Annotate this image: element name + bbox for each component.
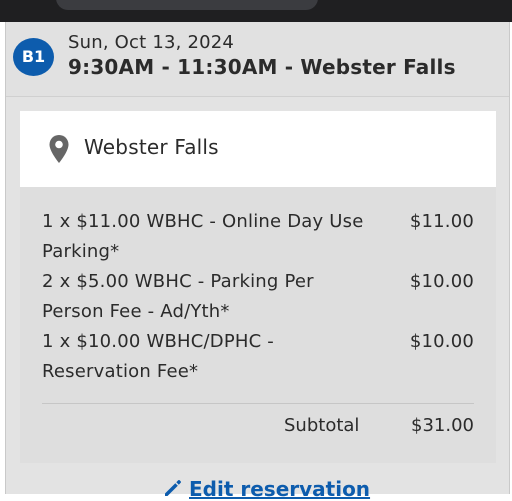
top-bar — [0, 0, 512, 22]
subtotal-divider — [42, 403, 474, 404]
line-item-amount: $10.00 — [409, 331, 474, 352]
reservation-time-location: 9:30AM - 11:30AM - Webster Falls — [68, 55, 456, 79]
subtotal-amount: $31.00 — [411, 415, 474, 436]
edit-reservation-label: Edit reservation — [189, 477, 371, 501]
reservation-date: Sun, Oct 13, 2024 — [68, 32, 235, 53]
pencil-icon — [165, 480, 181, 496]
line-item-amount: $11.00 — [409, 211, 474, 232]
location-name: Webster Falls — [84, 135, 219, 159]
map-pin-icon — [49, 135, 69, 163]
line-item: 1 x $10.00 WBHC/DPHC - Reservation Fee* … — [42, 327, 474, 387]
line-item-description: 1 x $11.00 WBHC - Online Day Use Parking… — [42, 211, 364, 262]
line-item: 1 x $11.00 WBHC - Online Day Use Parking… — [42, 207, 474, 267]
reservation-badge: B1 — [13, 38, 54, 76]
line-item-amount: $10.00 — [409, 271, 474, 292]
top-bar-pill[interactable] — [56, 0, 318, 10]
reservation-header: B1 Sun, Oct 13, 2024 9:30AM - 11:30AM - … — [6, 22, 509, 97]
reservation-details: Webster Falls 1 x $11.00 WBHC - Online D… — [20, 111, 496, 463]
line-item: 2 x $5.00 WBHC - Parking Per Person Fee … — [42, 267, 474, 327]
edit-reservation-link[interactable]: Edit reservation — [163, 477, 370, 501]
location-row: Webster Falls — [20, 111, 496, 187]
line-item-description: 2 x $5.00 WBHC - Parking Per Person Fee … — [42, 271, 314, 322]
subtotal-label: Subtotal — [284, 415, 360, 436]
reservation-card: B1 Sun, Oct 13, 2024 9:30AM - 11:30AM - … — [5, 22, 510, 501]
line-item-description: 1 x $10.00 WBHC/DPHC - Reservation Fee* — [42, 331, 275, 382]
